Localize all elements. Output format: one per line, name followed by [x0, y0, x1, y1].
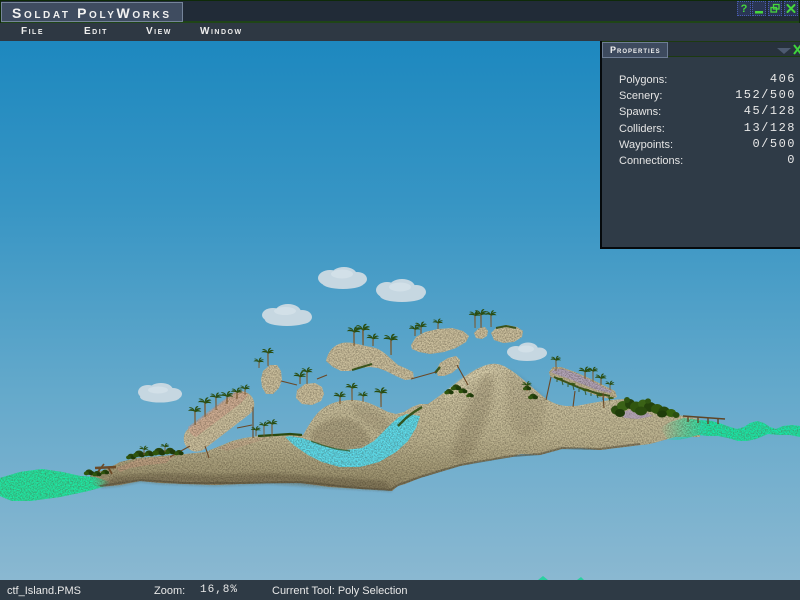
svg-text:?: ?: [741, 3, 748, 15]
